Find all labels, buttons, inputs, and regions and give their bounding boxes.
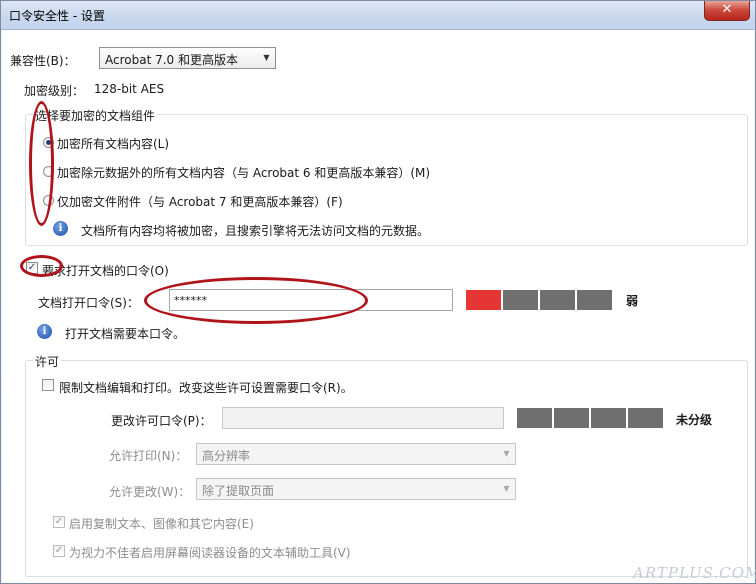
change-password-input[interactable] — [222, 407, 504, 429]
compatibility-select[interactable]: Acrobat 7.0 和更高版本 ▼ — [99, 47, 276, 69]
open-password-strength-segment — [577, 290, 612, 310]
components-info-text: 文档所有内容均将被加密，且搜索引擎将无法访问文档的元数据。 — [81, 224, 430, 238]
radio-encrypt-attachments-label[interactable]: 仅加密文件附件（与 Acrobat 7 和更高版本兼容）(F) — [57, 193, 343, 210]
enable-copy-label[interactable]: 启用复制文本、图像和其它内容(E) — [69, 515, 254, 532]
chevron-down-icon: ▼ — [503, 484, 510, 493]
allow-print-label: 允许打印(N)： — [109, 449, 188, 463]
close-button[interactable]: ✕ — [704, 1, 750, 21]
permission-password-strength-label: 未分级 — [676, 413, 713, 427]
enable-accessibility-label[interactable]: 为视力不佳者启用屏幕阅读器设备的文本辅助工具(V) — [69, 544, 351, 561]
permissions-group-title: 许可 — [33, 353, 62, 370]
open-password-input[interactable]: ****** — [169, 289, 453, 311]
allow-change-select[interactable]: 除了提取页面 ▼ — [196, 478, 516, 500]
radio-encrypt-all-label[interactable]: 加密所有文档内容(L) — [57, 135, 169, 152]
dialog-window: 口令安全性 - 设置 ✕ 兼容性(B)： Acrobat 7.0 和更高版本 ▼… — [0, 0, 756, 584]
title-bar[interactable]: 口令安全性 - 设置 ✕ — [1, 1, 755, 30]
permission-password-strength-segment — [628, 408, 663, 428]
require-open-password-label[interactable]: 要求打开文档的口令(O) — [42, 262, 169, 279]
compatibility-label: 兼容性(B)： — [10, 54, 76, 68]
enable-copy-checkbox[interactable]: ✓ — [53, 516, 65, 528]
encryption-level-value: 128-bit AES — [94, 82, 165, 96]
change-password-label: 更改许可口令(P)： — [111, 414, 212, 428]
window-title: 口令安全性 - 设置 — [9, 9, 105, 23]
restrict-editing-label[interactable]: 限制文档编辑和打印。改变这些许可设置需要口令(R)。 — [59, 379, 353, 396]
dialog-content: 兼容性(B)： Acrobat 7.0 和更高版本 ▼ 加密级别： 128-bi… — [2, 30, 754, 583]
allow-change-label: 允许更改(W)： — [109, 485, 191, 499]
info-icon: i — [37, 324, 52, 339]
open-password-strength-segment — [540, 290, 575, 310]
open-password-strength-segment — [503, 290, 538, 310]
allow-print-value: 高分辨率 — [202, 449, 251, 463]
open-password-strength-label: 弱 — [626, 294, 639, 308]
allow-change-value: 除了提取页面 — [202, 484, 275, 498]
radio-encrypt-except-metadata-label[interactable]: 加密除元数据外的所有文档内容（与 Acrobat 6 和更高版本兼容）(M) — [57, 164, 430, 181]
chevron-down-icon: ▼ — [503, 449, 510, 458]
require-open-password-checkbox[interactable]: ✓ — [26, 262, 38, 274]
open-password-strength-segment — [466, 290, 501, 310]
open-password-value: ****** — [174, 294, 207, 307]
permission-password-strength-segment — [517, 408, 552, 428]
radio-encrypt-all[interactable] — [43, 137, 54, 148]
watermark: ARTPLUS.COM — [633, 564, 756, 582]
permission-password-strength-segment — [554, 408, 589, 428]
permission-password-strength-segment — [591, 408, 626, 428]
restrict-editing-checkbox[interactable] — [42, 379, 54, 391]
radio-encrypt-attachments[interactable] — [43, 195, 54, 206]
components-group-title: 选择要加密的文档组件 — [33, 107, 158, 124]
enable-accessibility-checkbox[interactable]: ✓ — [53, 545, 65, 557]
compatibility-value: Acrobat 7.0 和更高版本 — [105, 53, 238, 67]
encryption-level-label: 加密级别： — [24, 84, 85, 98]
open-password-info-text: 打开文档需要本口令。 — [65, 327, 186, 341]
open-password-label: 文档打开口令(S)： — [38, 296, 139, 310]
chevron-down-icon: ▼ — [263, 53, 270, 62]
info-icon: i — [53, 221, 68, 236]
allow-print-select[interactable]: 高分辨率 ▼ — [196, 443, 516, 465]
radio-encrypt-except-metadata[interactable] — [43, 166, 54, 177]
